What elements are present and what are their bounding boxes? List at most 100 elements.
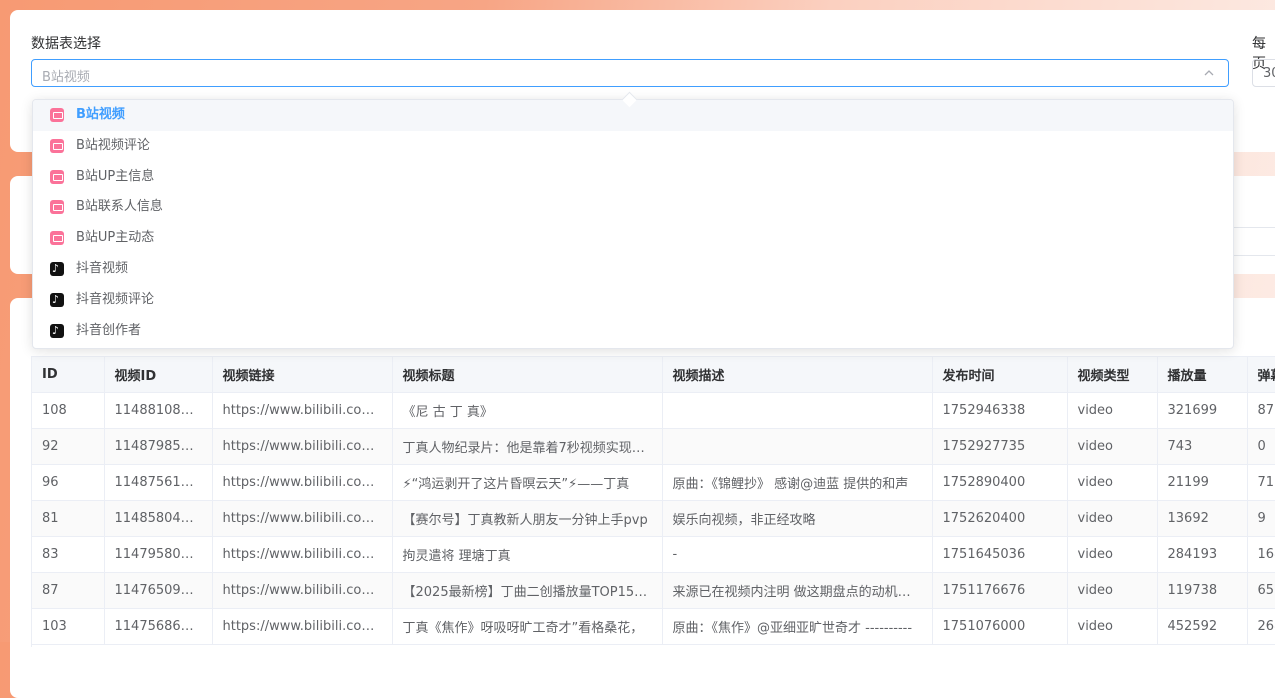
column-header[interactable]: 视频ID (104, 357, 213, 393)
column-header[interactable]: 视频类型 (1067, 357, 1158, 393)
table-cell: 《尼 古 丁 真》 (392, 392, 663, 429)
option-douyin-creators[interactable]: 抖音创作者 (33, 316, 1233, 346)
table-cell: 原曲：《锦鲤抄》 感谢@迪蓝 提供的和声 (662, 464, 933, 501)
table-cell: 103 (32, 608, 105, 645)
table-cell: https://www.bilibili.com/video (212, 572, 393, 609)
option-bilibili-up-dynamics[interactable]: B站UP主动态 (33, 223, 1233, 254)
table-cell: 【2025最新榜】丁曲二创播放量TOP15排行 (392, 572, 663, 609)
table-cell: 119738 (1157, 572, 1248, 609)
table-cell: 1752946338 (932, 392, 1068, 429)
table-select[interactable]: B站视频 (31, 59, 1229, 87)
table-row[interactable]: 96 114875611227 https://www.bilibili.com… (32, 464, 1275, 501)
table-cell: 87 (32, 572, 105, 609)
table-cell: https://www.bilibili.com/video (212, 464, 393, 501)
table-cell: - (662, 536, 933, 573)
table-cell: 114879855853 (104, 428, 213, 465)
table-row[interactable]: 83 114795802001 https://www.bilibili.com… (32, 536, 1275, 573)
table-select-dropdown: B站视频 B站视频评论 B站UP主信息 B站联系人信息 B站UP主动态 抖音视频… (32, 99, 1234, 349)
douyin-icon (50, 316, 64, 346)
table-cell: video (1067, 608, 1158, 645)
chevron-up-icon (1204, 70, 1214, 76)
table-cell: https://www.bilibili.com/video (212, 536, 393, 573)
option-douyin-video-comments[interactable]: 抖音视频评论 (33, 285, 1233, 316)
bilibili-icon (50, 169, 64, 184)
table-cell: https://www.bilibili.com/video (212, 500, 393, 537)
table-cell: 452592 (1157, 608, 1248, 645)
table-cell: 9 (1247, 500, 1275, 537)
data-table: ID 视频ID 视频链接 视频标题 视频描述 发布时间 视频类型 播放量 弹幕 … (31, 356, 1275, 647)
table-cell: 21199 (1157, 464, 1248, 501)
table-cell: 丁真人物纪录片：他是靠着7秒视频实现一夜爆红的 (392, 428, 663, 465)
table-cell: video (1067, 500, 1158, 537)
table-cell: 来源已在视频内注明 做这期盘点的动机主要 (662, 572, 933, 609)
table-cell: 1751645036 (932, 536, 1068, 573)
table-cell: 81 (32, 500, 105, 537)
table-row[interactable]: 87 114765099831 https://www.bilibili.com… (32, 572, 1275, 609)
option-bilibili-contacts[interactable]: B站联系人信息 (33, 192, 1233, 223)
table-cell: 321699 (1157, 392, 1248, 429)
table-cell: video (1067, 572, 1158, 609)
column-header[interactable]: 视频标题 (392, 357, 663, 393)
table-cell: video (1067, 536, 1158, 573)
bilibili-icon (50, 138, 64, 153)
table-header-row: ID 视频ID 视频链接 视频标题 视频描述 发布时间 视频类型 播放量 弹幕 (32, 357, 1275, 393)
table-cell: 114881080593 (104, 392, 213, 429)
table-cell: video (1067, 428, 1158, 465)
column-header[interactable]: 播放量 (1157, 357, 1248, 393)
table-cell: 1752927735 (932, 428, 1068, 465)
table-cell: 1752890400 (932, 464, 1068, 501)
table-cell: 丁真《焦作》呀吸呀旷工奇才”看格桑花， (392, 608, 663, 645)
per-page-value: 30 (1263, 66, 1275, 81)
table-cell: 87 (1247, 392, 1275, 429)
table-cell: https://www.bilibili.com/video (212, 428, 393, 465)
table-cell: 1751176676 (932, 572, 1068, 609)
column-header[interactable]: 弹幕 (1247, 357, 1275, 393)
table-cell: 原曲：《焦作》@亚细亚旷世奇才 ---------- (662, 608, 933, 645)
table-cell: 1751076000 (932, 608, 1068, 645)
douyin-icon (50, 254, 64, 285)
column-header[interactable]: 视频描述 (662, 357, 933, 393)
table-cell: 168 (1247, 536, 1275, 573)
table-cell: video (1067, 392, 1158, 429)
bilibili-icon (50, 200, 64, 215)
table-cell: 96 (32, 464, 105, 501)
table-cell: 83 (32, 536, 105, 573)
table-cell (662, 392, 933, 429)
table-cell: 13692 (1157, 500, 1248, 537)
table-cell: 【赛尔号】丁真教新人朋友一分钟上手pvp (392, 500, 663, 537)
table-cell (662, 428, 933, 465)
table-cell: 娱乐向视频，非正经攻略 (662, 500, 933, 537)
option-bilibili-video[interactable]: B站视频 (33, 100, 1233, 131)
table-cell: 114858045473 (104, 500, 213, 537)
table-cell: 92 (32, 428, 105, 465)
table-cell: 拘灵遣将 理塘丁真 (392, 536, 663, 573)
option-bilibili-video-comments[interactable]: B站视频评论 (33, 131, 1233, 162)
table-cell: 743 (1157, 428, 1248, 465)
table-row[interactable]: 103 114756862151 https://www.bilibili.co… (32, 608, 1275, 645)
table-cell: 114765099831 (104, 572, 213, 609)
column-header[interactable]: 视频链接 (212, 357, 393, 393)
column-header[interactable]: 发布时间 (932, 357, 1068, 393)
option-douyin-video[interactable]: 抖音视频 (33, 254, 1233, 285)
table-cell: 0 (1247, 428, 1275, 465)
bilibili-icon (50, 231, 64, 246)
douyin-icon (50, 285, 64, 316)
table-cell: 655 (1247, 572, 1275, 609)
per-page-input[interactable]: 30 (1252, 59, 1275, 87)
table-cell: https://www.bilibili.com/video (212, 392, 393, 429)
bilibili-icon (50, 108, 64, 122)
table-cell: video (1067, 464, 1158, 501)
table-cell: 284193 (1157, 536, 1248, 573)
table-row[interactable]: 92 114879855853 https://www.bilibili.com… (32, 428, 1275, 465)
table-cell: 1752620400 (932, 500, 1068, 537)
column-header[interactable]: ID (32, 357, 105, 393)
option-bilibili-up-info[interactable]: B站UP主信息 (33, 162, 1233, 193)
table-cell: 71 (1247, 464, 1275, 501)
table-cell: https://www.bilibili.com/video (212, 608, 393, 645)
table-row[interactable]: 81 114858045473 https://www.bilibili.com… (32, 500, 1275, 537)
table-row[interactable]: 108 114881080593 https://www.bilibili.co… (32, 392, 1275, 429)
table-select-label: 数据表选择 (31, 36, 101, 52)
table-cell: 108 (32, 392, 105, 429)
table-select-value: B站视频 (42, 70, 90, 85)
table-cell: 268 (1247, 608, 1275, 645)
